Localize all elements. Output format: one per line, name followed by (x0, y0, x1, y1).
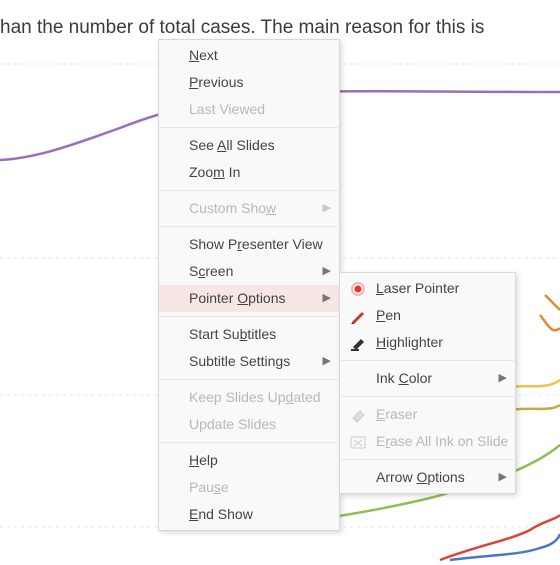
menu-keep-slides-updated: Keep Slides Updated (159, 384, 339, 411)
chevron-right-icon: ▶ (323, 258, 331, 285)
menu-separator (160, 316, 338, 317)
submenu-laser-pointer[interactable]: Laser Pointer (340, 275, 515, 302)
menu-separator (160, 226, 338, 227)
menu-show-presenter-view[interactable]: Show Presenter View (159, 231, 339, 258)
menu-subtitle-settings[interactable]: Subtitle Settings ▶ (159, 348, 339, 375)
menu-separator (341, 360, 514, 361)
chevron-right-icon: ▶ (499, 365, 507, 392)
menu-separator (341, 459, 514, 460)
chevron-right-icon: ▶ (323, 285, 331, 312)
submenu-pen[interactable]: Pen (340, 302, 515, 329)
submenu-ink-color[interactable]: Ink Color ▶ (340, 365, 515, 392)
menu-previous[interactable]: Previous (159, 69, 339, 96)
chevron-right-icon: ▶ (323, 348, 331, 375)
menu-help[interactable]: Help (159, 447, 339, 474)
slide-text-fragment: han the number of total cases. The main … (0, 17, 484, 39)
menu-separator (341, 396, 514, 397)
menu-next[interactable]: Next (159, 42, 339, 69)
menu-separator (160, 190, 338, 191)
submenu-arrow-options[interactable]: Arrow Options ▶ (340, 464, 515, 491)
submenu-erase-all-ink: Erase All Ink on Slide (340, 428, 515, 455)
menu-start-subtitles[interactable]: Start Subtitles (159, 321, 339, 348)
menu-see-all-slides[interactable]: See All Slides (159, 132, 339, 159)
menu-pointer-options[interactable]: Pointer Options ▶ (159, 285, 339, 312)
menu-end-show[interactable]: End Show (159, 501, 339, 528)
eraser-icon (348, 405, 368, 425)
menu-separator (160, 442, 338, 443)
erase-all-icon (348, 432, 368, 452)
chevron-right-icon: ▶ (323, 195, 331, 222)
menu-separator (160, 127, 338, 128)
pointer-options-submenu: Laser Pointer Pen Highlighter Ink Color … (339, 272, 516, 494)
chevron-right-icon: ▶ (499, 464, 507, 491)
menu-pause: Pause (159, 474, 339, 501)
highlighter-icon (348, 333, 368, 353)
menu-last-viewed: Last Viewed (159, 96, 339, 123)
menu-zoom-in[interactable]: Zoom In (159, 159, 339, 186)
submenu-highlighter[interactable]: Highlighter (340, 329, 515, 356)
submenu-eraser: Eraser (340, 401, 515, 428)
menu-custom-show: Custom Show ▶ (159, 195, 339, 222)
menu-update-slides: Update Slides (159, 411, 339, 438)
pen-icon (348, 306, 368, 326)
context-menu: Next Previous Last Viewed See All Slides… (158, 39, 340, 531)
menu-screen[interactable]: Screen ▶ (159, 258, 339, 285)
laser-pointer-icon (348, 279, 368, 299)
slideshow-stage: han the number of total cases. The main … (0, 0, 560, 565)
menu-separator (160, 379, 338, 380)
